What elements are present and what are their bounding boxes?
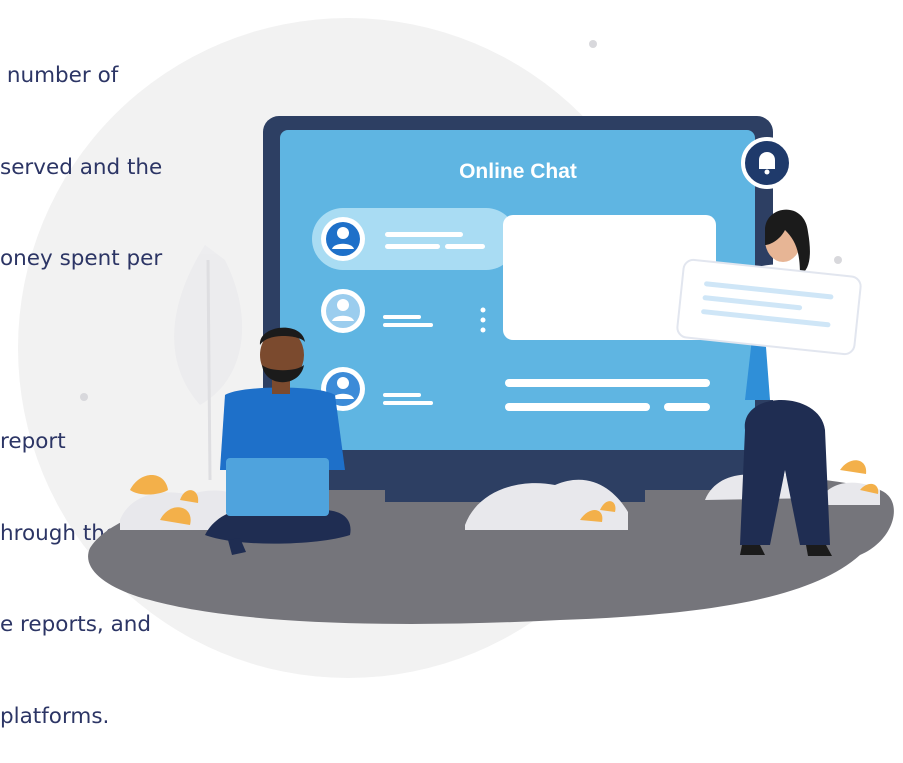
text-line: platforms. [0,703,110,729]
online-chat-illustration: Online Chat [80,40,894,624]
bell-icon [741,137,793,189]
screen-title: Online Chat [459,160,577,183]
